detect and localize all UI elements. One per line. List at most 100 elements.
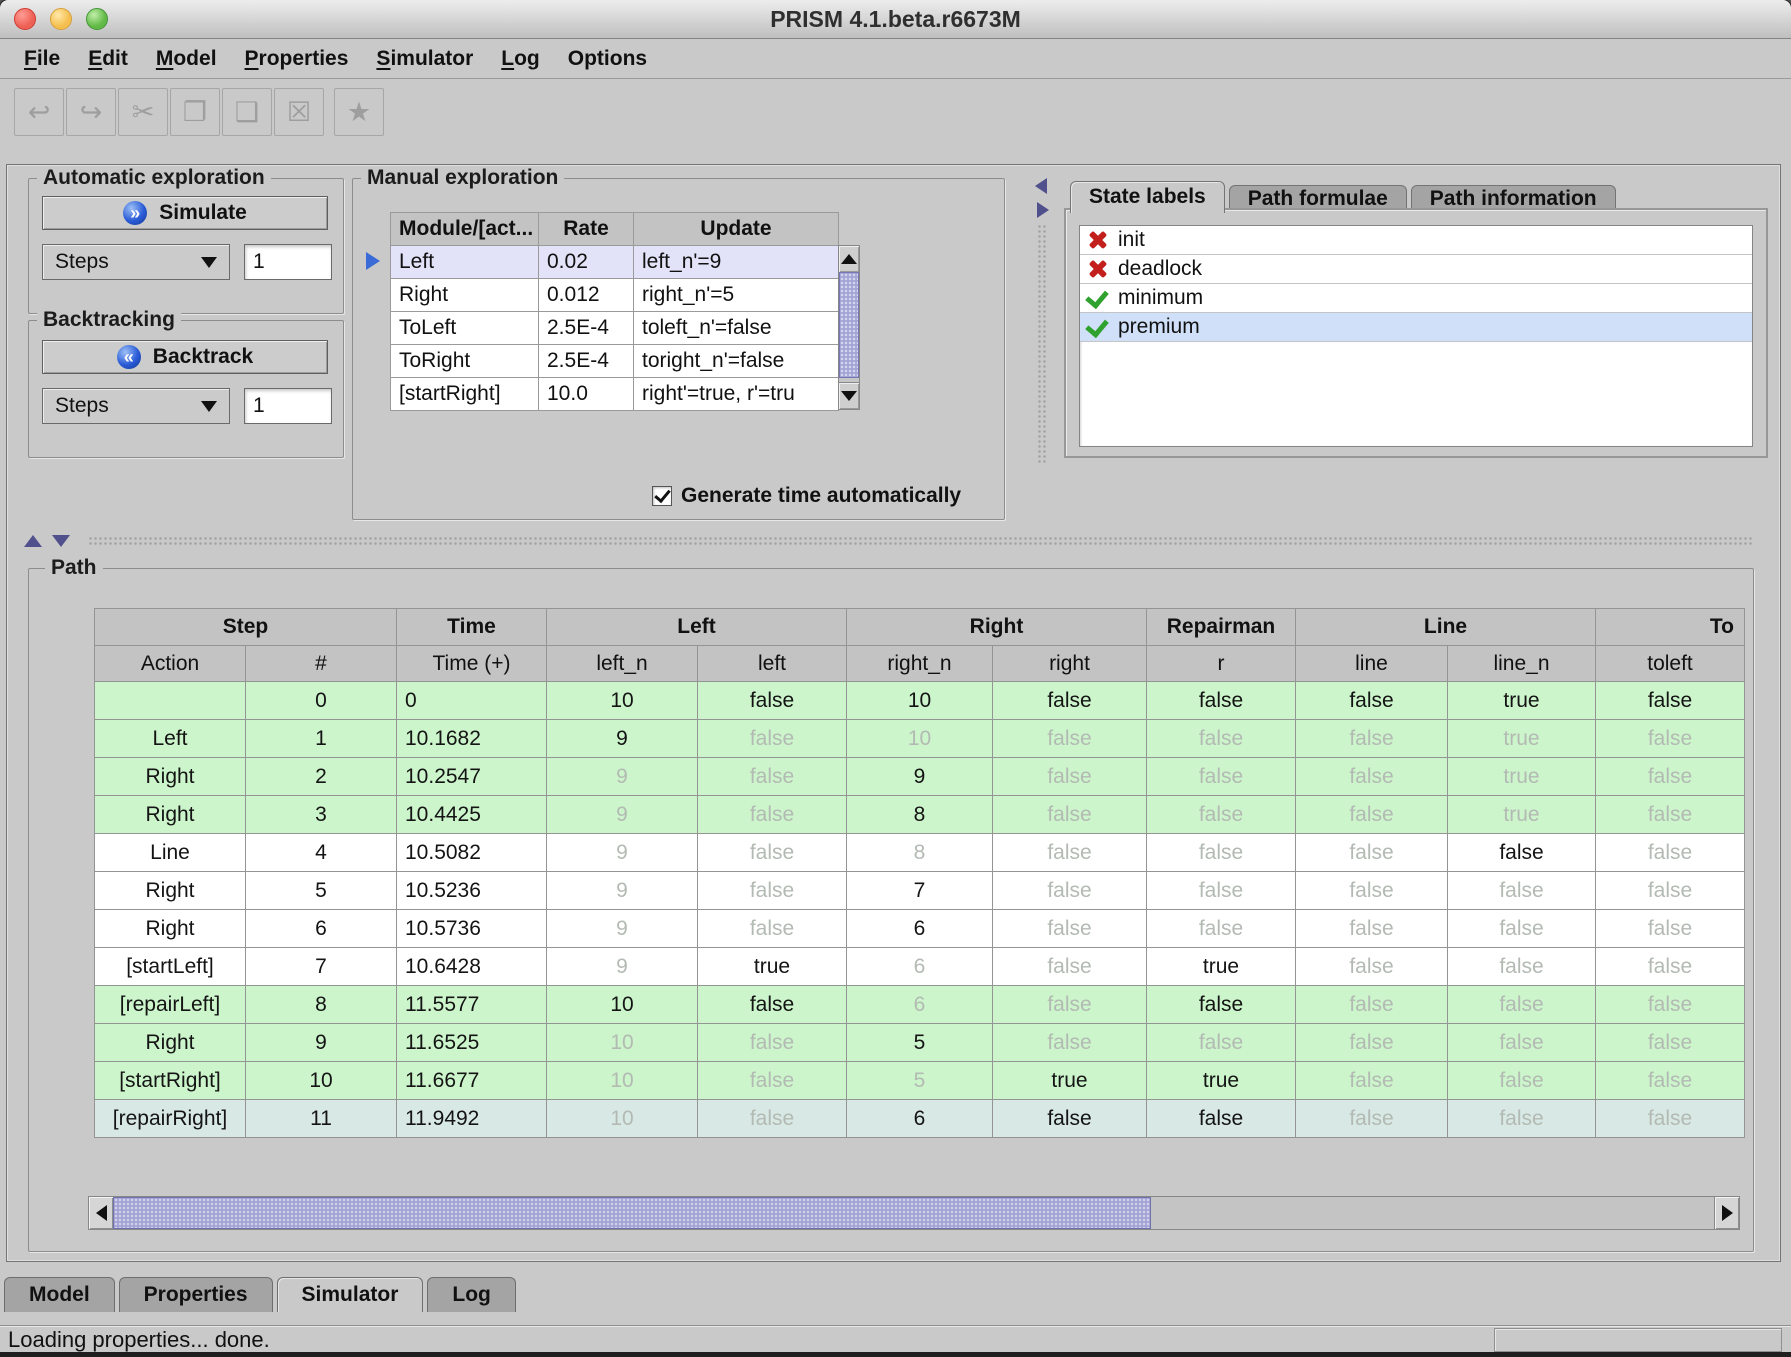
path-group-header[interactable]: Step <box>95 609 397 646</box>
status-message: Loading properties... done. <box>8 1326 270 1354</box>
toolbar-delete-button[interactable]: ☒ <box>274 88 324 136</box>
path-row[interactable]: Right911.652510false5falsefalsefalsefals… <box>95 1024 1745 1062</box>
path-row[interactable]: 0010false10falsefalsefalsetruefalse <box>95 682 1745 720</box>
tab-state-labels[interactable]: State labels <box>1070 181 1225 213</box>
simulate-button[interactable]: » Simulate <box>42 196 328 230</box>
path-cell-left: false <box>698 1024 847 1062</box>
path-group-header[interactable]: Right <box>847 609 1147 646</box>
toolbar-forward-button[interactable]: ↪ <box>66 88 116 136</box>
toolbar-back-button[interactable]: ↩ <box>14 88 64 136</box>
scroll-up-button[interactable] <box>839 246 859 273</box>
path-row[interactable]: [startRight]1011.667710false5truetruefal… <box>95 1062 1745 1100</box>
path-group-header[interactable]: Repairman <box>1147 609 1296 646</box>
transitions-column-header[interactable]: Update <box>634 213 839 246</box>
simulate-steps-input[interactable] <box>244 244 332 280</box>
collapse-down-icon[interactable] <box>52 535 70 547</box>
path-cell-action: Left <box>95 720 246 758</box>
path-cell-line_n: true <box>1448 682 1596 720</box>
tab-simulator[interactable]: Simulator <box>277 1277 424 1312</box>
path-row[interactable]: [startLeft]710.64289true6falsetruefalsef… <box>95 948 1745 986</box>
menu-item-simulator[interactable]: Simulator <box>362 39 487 79</box>
path-cell-right: false <box>993 834 1147 872</box>
menu-item-options[interactable]: Options <box>554 39 661 79</box>
path-group-header[interactable]: To <box>1596 609 1745 646</box>
path-cell-right: false <box>993 758 1147 796</box>
path-column-header[interactable]: line_n <box>1448 646 1596 682</box>
path-cell-action: [repairLeft] <box>95 986 246 1024</box>
path-column-header[interactable]: line <box>1296 646 1448 682</box>
path-scrollbar[interactable] <box>88 1196 1740 1230</box>
state-label-row[interactable]: init <box>1080 226 1752 255</box>
transitions-column-header[interactable]: Module/[act... <box>391 213 539 246</box>
backtrack-button[interactable]: « Backtrack <box>42 340 328 374</box>
path-column-header[interactable]: left_n <box>547 646 698 682</box>
update-cell: right_n'=5 <box>634 279 839 312</box>
collapse-up-icon[interactable] <box>24 535 42 547</box>
vertical-split-divider[interactable] <box>1032 172 1052 468</box>
toolbar-copy-button[interactable]: ❐ <box>170 88 220 136</box>
path-column-header[interactable]: r <box>1147 646 1296 682</box>
path-cell-line_n: false <box>1448 1100 1596 1138</box>
simulate-steps-combo[interactable]: Steps <box>42 244 230 280</box>
state-label-row[interactable]: deadlock <box>1080 255 1752 284</box>
scroll-left-button[interactable] <box>89 1197 114 1229</box>
backtrack-steps-combo[interactable]: Steps <box>42 388 230 424</box>
menu-item-file[interactable]: File <box>10 39 74 79</box>
transition-row[interactable]: [startRight]10.0right'=true, r'=tru <box>391 378 839 411</box>
state-label-row[interactable]: minimum <box>1080 284 1752 313</box>
collapse-right-icon[interactable] <box>1037 202 1049 218</box>
path-column-header[interactable]: # <box>246 646 397 682</box>
transition-row[interactable]: ToLeft2.5E-4toleft_n'=false <box>391 312 839 345</box>
tab-model[interactable]: Model <box>4 1277 115 1312</box>
path-column-header[interactable]: Time (+) <box>397 646 547 682</box>
path-row[interactable]: [repairRight]1111.949210false6falsefalse… <box>95 1100 1745 1138</box>
path-group-header[interactable]: Left <box>547 609 847 646</box>
horizontal-split-divider[interactable] <box>6 532 1781 549</box>
label-true-icon <box>1086 287 1108 309</box>
menu-item-model[interactable]: Model <box>142 39 231 79</box>
scroll-down-button[interactable] <box>839 382 859 409</box>
path-cell-r: true <box>1147 1062 1296 1100</box>
transitions-column-header[interactable]: Rate <box>539 213 634 246</box>
path-cell-line: false <box>1296 986 1448 1024</box>
menu-item-log[interactable]: Log <box>487 39 553 79</box>
backtrack-steps-input[interactable] <box>244 388 332 424</box>
path-column-header[interactable]: toleft <box>1596 646 1745 682</box>
transitions-scrollbar[interactable] <box>838 245 860 410</box>
toolbar-star-button[interactable]: ★ <box>334 88 384 136</box>
tab-log[interactable]: Log <box>427 1277 515 1312</box>
collapse-left-icon[interactable] <box>1035 178 1047 194</box>
path-row[interactable]: Line410.50829false8falsefalsefalsefalsef… <box>95 834 1745 872</box>
path-row[interactable]: Right310.44259false8falsefalsefalsetruef… <box>95 796 1745 834</box>
toolbar-cut-button[interactable]: ✂ <box>118 88 168 136</box>
toolbar-paste-button[interactable]: ❑ <box>222 88 272 136</box>
path-row[interactable]: Left110.16829false10falsefalsefalsetruef… <box>95 720 1745 758</box>
transition-row[interactable]: Right0.012right_n'=5 <box>391 279 839 312</box>
transition-row[interactable]: ToRight2.5E-4toright_n'=false <box>391 345 839 378</box>
path-cell-left_n: 9 <box>547 872 698 910</box>
path-column-header[interactable]: right_n <box>847 646 993 682</box>
path-cell-left_n: 10 <box>547 1100 698 1138</box>
path-group-header[interactable]: Line <box>1296 609 1596 646</box>
path-row[interactable]: Right610.57369false6falsefalsefalsefalse… <box>95 910 1745 948</box>
path-row[interactable]: [repairLeft]811.557710false6falsefalsefa… <box>95 986 1745 1024</box>
path-column-header[interactable]: Action <box>95 646 246 682</box>
path-row[interactable]: Right210.25479false9falsefalsefalsetruef… <box>95 758 1745 796</box>
path-group-header[interactable]: Time <box>397 609 547 646</box>
path-row[interactable]: Right510.52369false7falsefalsefalsefalse… <box>95 872 1745 910</box>
path-column-header[interactable]: left <box>698 646 847 682</box>
transition-row[interactable]: Left0.02left_n'=9 <box>391 246 839 279</box>
scroll-right-button[interactable] <box>1714 1197 1739 1229</box>
path-column-header[interactable]: right <box>993 646 1147 682</box>
scrollbar-thumb[interactable] <box>839 272 859 378</box>
path-cell-toleft: false <box>1596 682 1745 720</box>
tab-properties[interactable]: Properties <box>119 1277 273 1312</box>
generate-time-checkbox[interactable] <box>652 486 672 506</box>
path-cell-left: false <box>698 834 847 872</box>
state-label-name: init <box>1118 228 1145 252</box>
scrollbar-thumb[interactable] <box>113 1197 1151 1229</box>
state-label-row[interactable]: premium <box>1080 313 1752 342</box>
menu-item-edit[interactable]: Edit <box>74 39 142 79</box>
path-cell-right_n: 6 <box>847 986 993 1024</box>
menu-item-properties[interactable]: Properties <box>231 39 363 79</box>
